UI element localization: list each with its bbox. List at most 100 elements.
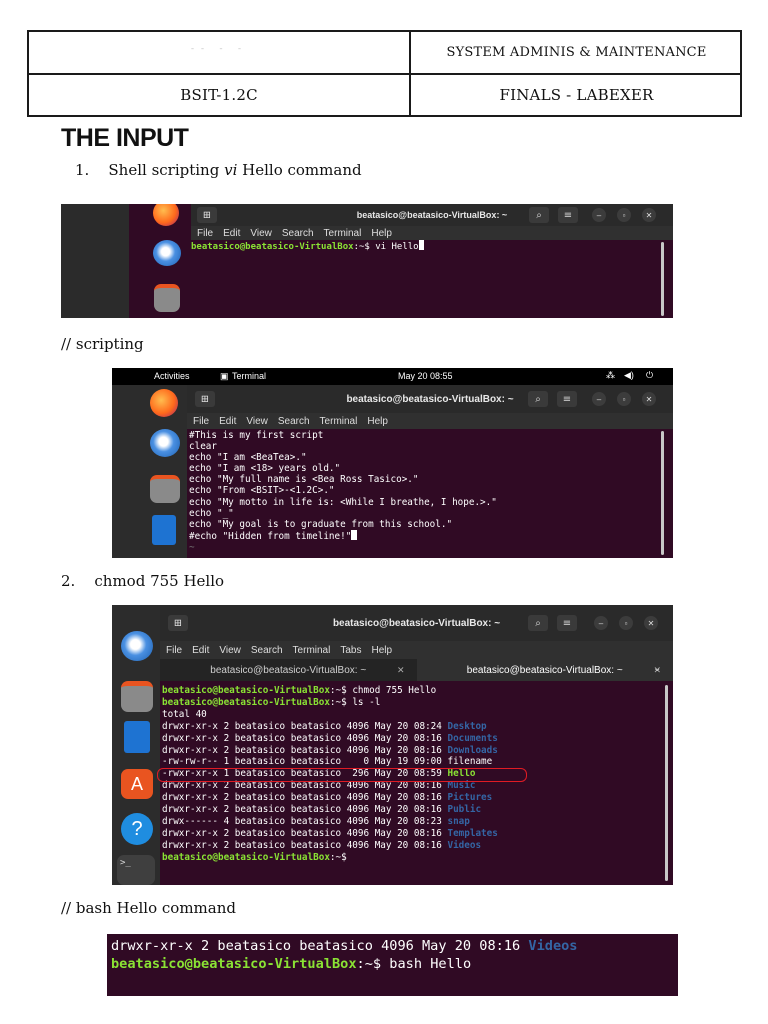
menu-item-help[interactable]: Help [367,416,388,427]
search-icon[interactable]: ⌕ [529,207,549,223]
menu-item-edit[interactable]: Edit [192,645,209,656]
prompt-line: beatasico@beatasico-VirtualBox:~$ ls -l [162,697,498,709]
tab-list-chevron-icon[interactable]: ⌄ [653,663,661,674]
menu-item-terminal[interactable]: Terminal [324,228,362,239]
help-icon[interactable]: ? [121,813,153,845]
firefox-icon[interactable] [150,389,178,417]
close-icon[interactable]: ✕ [642,208,656,222]
maximize-icon[interactable]: ▫ [617,208,631,222]
new-tab-icon[interactable]: ⊞ [168,615,188,631]
menu-item-view[interactable]: View [246,416,268,427]
activities-label[interactable]: Activities [154,371,190,381]
tab-1[interactable]: beatasico@beatasico-VirtualBox: ~ ✕ [160,659,417,681]
prompt-path: :~$ [356,956,390,972]
script-line: echo "From <BSIT>-<1.2C>." [189,485,497,496]
software-store-icon[interactable]: A [121,769,153,799]
volume-icon[interactable]: ◀) [624,370,634,381]
thunderbird-icon[interactable] [150,429,180,457]
script-line-text: echo "My motto in life is: <While I brea… [189,496,497,508]
app-name-label[interactable]: Terminal [232,371,266,381]
menu-item-tabs[interactable]: Tabs [340,645,361,656]
listing-name: Videos [528,938,578,954]
listing-name: Desktop [447,720,487,732]
tab-2[interactable]: beatasico@beatasico-VirtualBox: ~ ✕ [416,659,673,681]
menu-item-terminal[interactable]: Terminal [320,416,358,427]
hamburger-menu-icon[interactable]: ≡ [557,615,577,631]
prompt-path: :~$ [329,696,353,708]
maximize-icon[interactable]: ▫ [619,616,633,630]
terminal-app-icon: ▣ [220,371,229,381]
search-icon[interactable]: ⌕ [528,615,548,631]
scrollbar[interactable] [661,431,664,555]
search-icon[interactable]: ⌕ [528,391,548,407]
thunderbird-icon[interactable] [121,631,153,661]
hamburger-menu-icon[interactable]: ≡ [557,391,577,407]
scrollbar[interactable] [665,685,668,881]
listing-meta: drwxr-xr-x 2 beatasico beatasico 4096 Ma… [162,827,448,839]
new-tab-icon[interactable]: ⊞ [195,391,215,407]
menu-item-help[interactable]: Help [371,645,392,656]
listing-row: drwxr-xr-x 2 beatasico beatasico 4096 Ma… [162,792,498,804]
menu-item-search[interactable]: Search [251,645,283,656]
listing-row: drwxr-xr-x 2 beatasico beatasico 4096 Ma… [162,745,498,757]
listing-meta: -rw-rw-r-- 1 beatasico beatasico 0 May 1… [162,756,448,768]
minimize-icon[interactable]: – [592,392,606,406]
menu-item-edit[interactable]: Edit [219,416,236,427]
prompt-line: beatasico@beatasico-VirtualBox:~$ chmod … [162,685,498,697]
menu-item-search[interactable]: Search [278,416,310,427]
close-icon[interactable]: ✕ [642,392,656,406]
terminal-screenshot-vi: beatasico@beatasico-VirtualBox: ~ ⊞ ⌕ ≡ … [61,204,673,318]
clock-label[interactable]: May 20 08:55 [398,371,453,381]
new-tab-icon[interactable]: ⊞ [197,207,217,223]
listing-row: drwxr-xr-x 2 beatasico beatasico 4096 Ma… [162,804,498,816]
menu-item-file[interactable]: File [193,416,209,427]
minimize-icon[interactable]: – [592,208,606,222]
files-icon[interactable] [121,681,153,712]
terminal-icon[interactable]: >_ [117,855,155,885]
script-body: #This is my first script clear echo "I am … [189,430,497,553]
listing-name: Videos [447,839,482,851]
menu-bar: File Edit View Search Terminal Help [191,226,673,240]
dock: A ? >_ [112,605,160,885]
text-cursor [418,240,424,250]
menu-item-view[interactable]: View [219,645,241,656]
menu-item-view[interactable]: View [250,228,272,239]
prompt-line: beatasico@beatasico-VirtualBox:~$ bash H… [111,955,578,973]
listing-perm: drwxr-xr-x 2 beatasico beatasico 4096 Ma… [111,938,529,954]
menu-item-edit[interactable]: Edit [223,228,240,239]
script-line: echo "_" [189,508,497,519]
listing-row: drwxr-xr-x 2 beatasico beatasico 4096 Ma… [162,733,498,745]
item-2-text: chmod 755 Hello [94,572,225,590]
writer-icon[interactable] [124,721,150,753]
script-line-text: echo "My full name is <Bea Ross Tasico>.… [189,474,419,486]
minimize-icon[interactable]: – [594,616,608,630]
files-icon[interactable] [150,475,180,503]
listing-meta: drwxr-xr-x 2 beatasico beatasico 4096 Ma… [162,744,448,756]
item-1-post: Hello command [237,161,362,179]
close-icon[interactable]: ✕ [644,616,658,630]
menu-item-help[interactable]: Help [371,228,392,239]
menu-item-file[interactable]: File [166,645,182,656]
menu-item-terminal[interactable]: Terminal [293,645,331,656]
power-icon[interactable]: ⏻ [646,370,653,381]
item-1-em: vi [224,161,238,179]
network-icon[interactable]: ⁂ [606,370,615,381]
script-line-text: clear [189,441,217,453]
command-text: ls -l [352,696,381,708]
menu-item-file[interactable]: File [197,228,213,239]
listing-row: -rw-rw-r-- 1 beatasico beatasico 0 May 1… [162,756,498,768]
item-2-number: 2. [61,572,76,590]
writer-icon[interactable] [152,515,176,545]
terminal-screenshot-chmod: A ? >_ beatasico@beatasico-VirtualBox: ~… [112,605,673,885]
prompt-path: :~$ [329,685,353,696]
section-cell: BSIT-1.2C [180,86,258,104]
listing-meta: drwxr-xr-x 2 beatasico beatasico 4096 Ma… [162,792,448,804]
menu-item-search[interactable]: Search [282,228,314,239]
text-cursor [351,529,358,540]
maximize-icon[interactable]: ▫ [617,392,631,406]
prompt-user: beatasico@beatasico-VirtualBox [111,956,357,972]
scrollbar[interactable] [661,242,664,316]
tab-1-close-icon[interactable]: ✕ [397,665,405,676]
tab-strip: beatasico@beatasico-VirtualBox: ~ ✕ beata… [160,659,673,681]
hamburger-menu-icon[interactable]: ≡ [558,207,578,223]
